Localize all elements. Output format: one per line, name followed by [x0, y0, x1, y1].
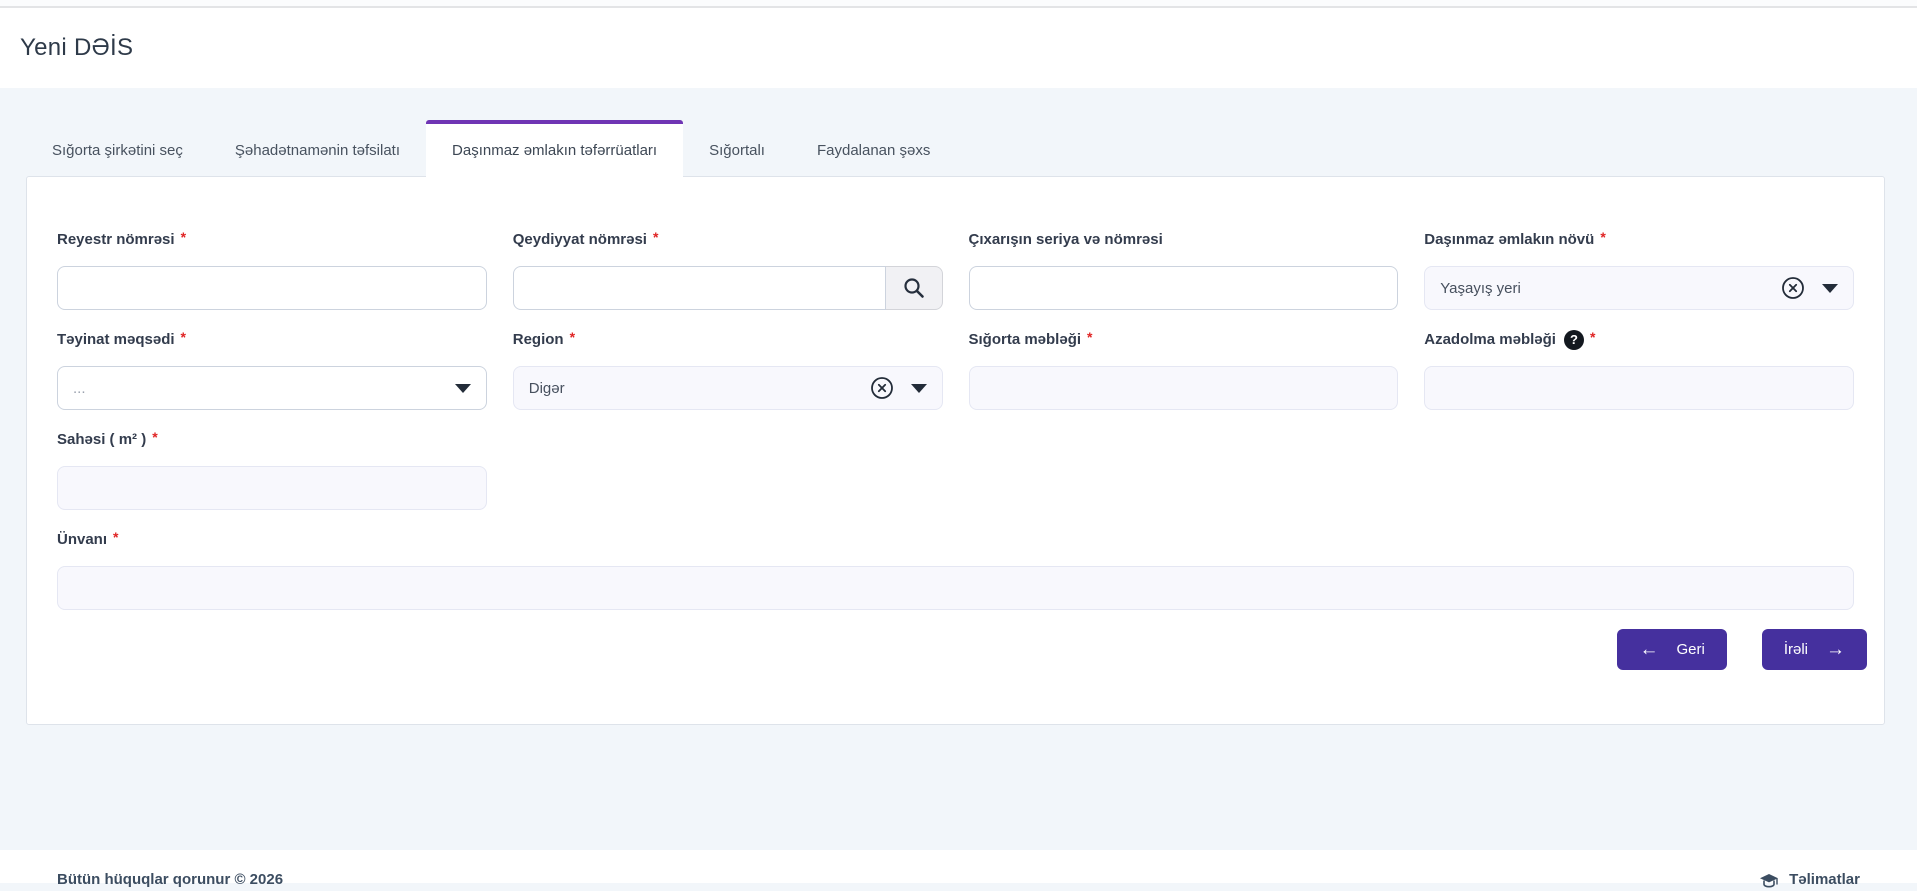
chevron-down-icon[interactable] [455, 384, 471, 393]
chevron-down-icon[interactable] [1822, 284, 1838, 293]
registry-number-label: Reyestr nömrəsi * [57, 230, 487, 250]
next-button-label: İrəli [1784, 641, 1808, 658]
region-select[interactable]: Digər [513, 366, 943, 410]
registration-number-input[interactable] [513, 266, 886, 310]
instructions-link[interactable]: Təlimatlar [1759, 871, 1860, 883]
field-insurance-amount: Sığorta məbləği * [969, 330, 1399, 410]
deductible-amount-input[interactable] [1424, 366, 1854, 410]
main-content: Sığorta şirkətini seç Şəhadətnamənin təf… [0, 88, 1917, 850]
purpose-value: ... [73, 380, 455, 397]
copyright-text: Bütün hüquqlar qorunur © 2026 [57, 871, 283, 883]
field-registration-number: Qeydiyyat nömrəsi * [513, 230, 943, 310]
label-text: Daşınmaz əmlakın növü [1424, 230, 1594, 250]
required-marker: * [570, 327, 575, 347]
extract-serial-input[interactable] [969, 266, 1399, 310]
top-divider [0, 0, 1917, 8]
tab-property-details[interactable]: Daşınmaz əmlakın təfərrüatları [426, 120, 683, 177]
label-text: Çıxarışın seriya və nömrəsi [969, 230, 1163, 250]
page-footer: Bütün hüquqlar qorunur © 2026 Təlimatlar [0, 850, 1917, 883]
required-marker: * [181, 227, 186, 247]
label-text: Ünvanı [57, 530, 107, 550]
registration-number-label: Qeydiyyat nömrəsi * [513, 230, 943, 250]
property-type-select[interactable]: Yaşayış yeri [1424, 266, 1854, 310]
grid-spacer [969, 430, 1399, 530]
required-marker: * [1590, 327, 1595, 347]
address-input[interactable] [57, 566, 1854, 610]
arrow-right-icon: → [1826, 640, 1845, 659]
property-type-value: Yaşayış yeri [1440, 280, 1780, 297]
region-value: Digər [529, 380, 869, 397]
label-text: Sığorta məbləği [969, 330, 1082, 350]
tab-beneficiary[interactable]: Faydalanan şəxs [791, 120, 956, 177]
form-actions: ← Geri İrəli → [1617, 629, 1867, 670]
field-registry-number: Reyestr nömrəsi * [57, 230, 487, 310]
label-text: Reyestr nömrəsi [57, 230, 175, 250]
region-label: Region * [513, 330, 943, 350]
search-icon [902, 276, 926, 300]
page-header: Yeni DƏİS [0, 8, 1917, 88]
required-marker: * [113, 527, 118, 547]
tab-insurance-company[interactable]: Sığorta şirkətini seç [26, 120, 209, 177]
required-marker: * [653, 227, 658, 247]
area-input[interactable] [57, 466, 487, 510]
address-label: Ünvanı * [57, 530, 1854, 550]
search-button[interactable] [886, 266, 943, 310]
field-region: Region * Digər [513, 330, 943, 410]
field-area: Sahəsi ( m² ) * [57, 430, 487, 510]
graduation-cap-icon [1759, 871, 1779, 891]
back-button-label: Geri [1676, 641, 1704, 658]
field-deductible-amount: Azadolma məbləği ? * [1424, 330, 1854, 410]
required-marker: * [1087, 327, 1092, 347]
purpose-select[interactable]: ... [57, 366, 487, 410]
clear-icon[interactable] [1780, 275, 1806, 301]
insurance-amount-input[interactable] [969, 366, 1399, 410]
form-grid: Reyestr nömrəsi * Qeydiyyat nömrəsi * [57, 230, 1854, 630]
grid-spacer [1424, 430, 1854, 530]
required-marker: * [181, 327, 186, 347]
label-text: Azadolma məbləği [1424, 330, 1556, 350]
instructions-link-label: Təlimatlar [1789, 871, 1860, 888]
next-button[interactable]: İrəli → [1762, 629, 1867, 670]
grid-spacer [513, 430, 943, 530]
required-marker: * [152, 427, 157, 447]
tab-bar: Sığorta şirkətini seç Şəhadətnamənin təf… [26, 120, 1885, 177]
required-marker: * [1600, 227, 1605, 247]
field-extract-serial: Çıxarışın seriya və nömrəsi [969, 230, 1399, 310]
clear-icon[interactable] [869, 375, 895, 401]
field-purpose: Təyinat məqsədi * ... [57, 330, 487, 410]
chevron-down-icon[interactable] [911, 384, 927, 393]
page-title: Yeni DƏİS [20, 34, 133, 62]
deductible-amount-label: Azadolma məbləği ? * [1424, 330, 1854, 350]
label-text: Qeydiyyat nömrəsi [513, 230, 647, 250]
help-icon[interactable]: ? [1564, 330, 1584, 350]
label-text: Sahəsi ( m² ) [57, 430, 146, 450]
property-type-label: Daşınmaz əmlakın növü * [1424, 230, 1854, 250]
label-text: Region [513, 330, 564, 350]
area-label: Sahəsi ( m² ) * [57, 430, 487, 450]
field-property-type: Daşınmaz əmlakın növü * Yaşayış yeri [1424, 230, 1854, 310]
insurance-amount-label: Sığorta məbləği * [969, 330, 1399, 350]
tab-insured[interactable]: Sığortalı [683, 120, 791, 177]
extract-serial-label: Çıxarışın seriya və nömrəsi [969, 230, 1399, 250]
registration-number-group [513, 266, 943, 310]
field-address: Ünvanı * [57, 530, 1854, 610]
tab-certificate-details[interactable]: Şəhadətnamənin təfsilatı [209, 120, 426, 177]
arrow-left-icon: ← [1639, 640, 1658, 659]
back-button[interactable]: ← Geri [1617, 629, 1726, 670]
label-text: Təyinat məqsədi [57, 330, 175, 350]
registry-number-input[interactable] [57, 266, 487, 310]
form-card: Reyestr nömrəsi * Qeydiyyat nömrəsi * [26, 176, 1885, 725]
purpose-label: Təyinat məqsədi * [57, 330, 487, 350]
